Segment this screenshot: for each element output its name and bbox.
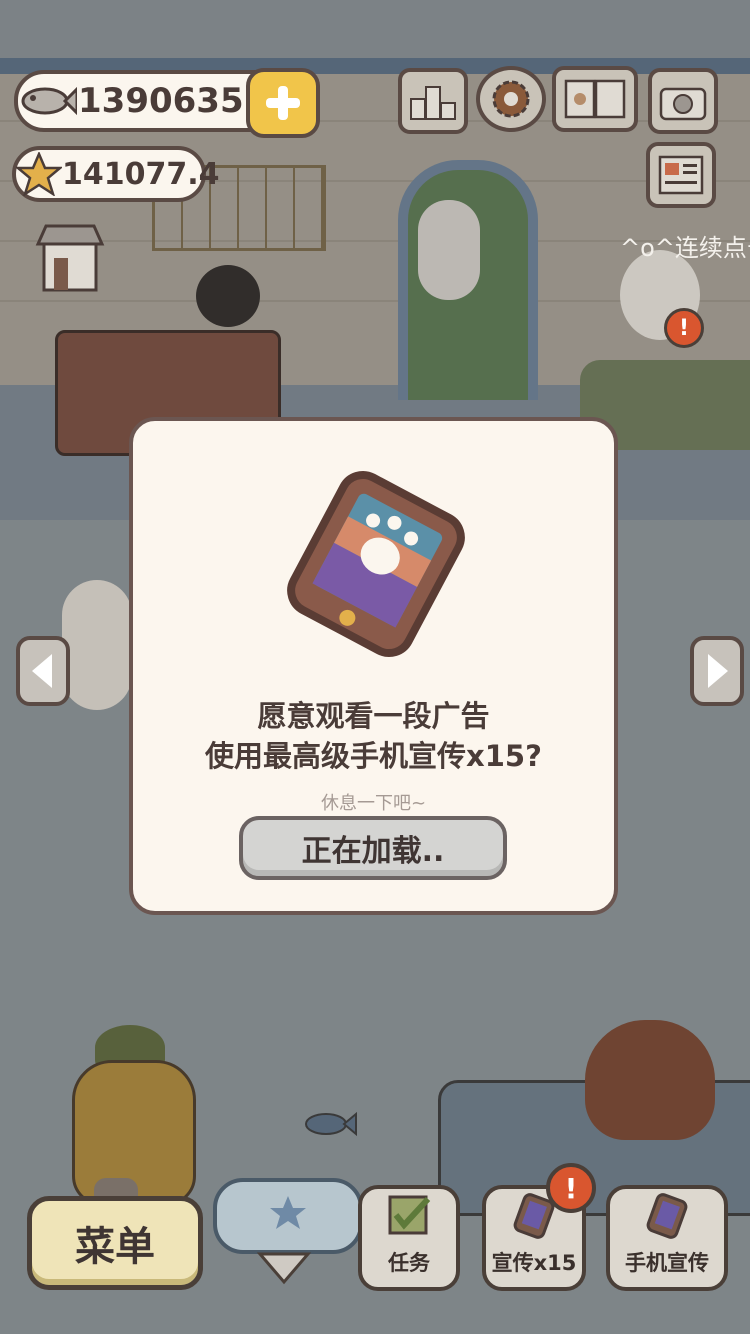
ranking-icon — [410, 86, 456, 120]
scroll-right-button[interactable] — [690, 636, 744, 706]
camera-icon — [659, 87, 707, 121]
dialog-hint: 休息一下吧~ — [320, 793, 427, 814]
guide-book-button[interactable] — [552, 66, 638, 132]
shop-button[interactable] — [34, 222, 106, 294]
settings-button[interactable] — [476, 66, 546, 132]
newspaper-icon — [658, 155, 704, 195]
phone-promo-label: 手机宣传 — [625, 1251, 709, 1275]
book-icon — [564, 79, 626, 119]
star-icon — [16, 152, 62, 196]
checklist-icon — [388, 1195, 431, 1235]
camera-button[interactable] — [648, 68, 718, 134]
news-button[interactable] — [646, 142, 716, 208]
tasks-button[interactable]: 任务 — [358, 1185, 460, 1291]
add-fish-button[interactable] — [246, 68, 320, 138]
loading-button[interactable]: 正在加载.. — [239, 816, 507, 880]
dialog-message-line2: 使用最高级手机宣传x15? — [205, 739, 542, 773]
phone-promo-icon — [646, 1193, 688, 1239]
star-currency: 141077.4 — [12, 146, 220, 202]
chevron-down-icon[interactable] — [256, 1250, 312, 1286]
promo-alert-badge[interactable]: ! — [546, 1163, 596, 1213]
menu-button[interactable]: 菜单 — [27, 1196, 203, 1290]
ad-prompt-dialog: 愿意观看一段广告 使用最高级手机宣传x15? 休息一下吧~ 正在加载.. — [129, 417, 618, 915]
fish-icon — [18, 79, 78, 123]
arrow-left-icon — [32, 654, 52, 688]
promo-x15-label: 宣传x15 — [491, 1251, 577, 1275]
rug-toggle[interactable] — [213, 1178, 363, 1254]
fish-count: 1390635 — [78, 81, 244, 121]
star-count: 141077.4 — [62, 156, 220, 192]
customer-alert-badge[interactable]: ! — [664, 308, 704, 348]
star-icon — [270, 1196, 306, 1229]
arrow-right-icon — [708, 654, 728, 688]
phone-promo-button[interactable]: 手机宣传 — [606, 1185, 728, 1291]
tap-hint-text: ^o^连续点击 — [620, 234, 750, 262]
scroll-left-button[interactable] — [16, 636, 70, 706]
phone-promo-icon — [287, 471, 465, 657]
plus-icon — [266, 86, 300, 120]
shop-icon — [35, 224, 105, 292]
tasks-label: 任务 — [388, 1251, 430, 1275]
gear-icon — [492, 80, 530, 118]
dialog-message-line1: 愿意观看一段广告 — [257, 699, 490, 733]
ranking-button[interactable] — [398, 68, 468, 134]
